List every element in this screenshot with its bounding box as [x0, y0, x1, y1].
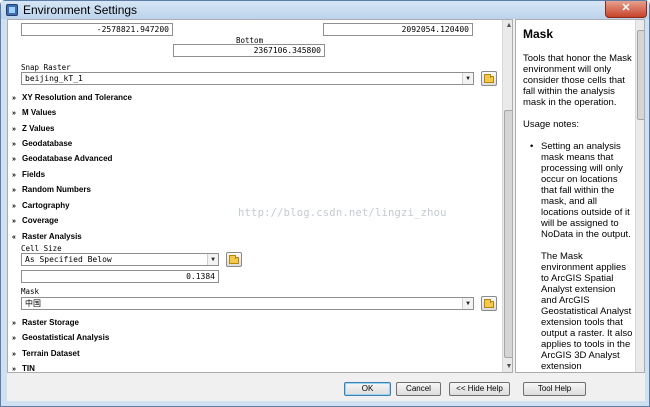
- section-label: Fields: [22, 170, 46, 179]
- chevron-down-icon[interactable]: ▼: [207, 254, 218, 265]
- help-usage-text: Setting an analysis mask means that proc…: [541, 141, 631, 240]
- help-panel: Mask Tools that honor the Mask environme…: [515, 19, 645, 373]
- folder-icon: [229, 255, 239, 264]
- cell-size-value-field[interactable]: 0.1384: [21, 270, 219, 283]
- cell-size-browse-button[interactable]: [226, 252, 242, 267]
- help-usage-text: The Mask environment applies to ArcGIS S…: [541, 251, 633, 372]
- cell-size-option: As Specified Below: [25, 255, 112, 264]
- chevron-down-icon[interactable]: ▼: [462, 298, 473, 309]
- section-random-numbers[interactable]: » Random Numbers: [12, 183, 91, 197]
- help-usage-item: • Setting an analysis mask means that pro…: [530, 141, 633, 240]
- expand-chevron-icon: »: [12, 110, 16, 117]
- section-xy-resolution[interactable]: » XY Resolution and Tolerance: [12, 91, 132, 105]
- section-label: M Values: [22, 108, 57, 117]
- window-title: Environment Settings: [23, 3, 138, 17]
- ok-button[interactable]: OK: [344, 382, 391, 396]
- help-usage-label: Usage notes:: [523, 119, 579, 130]
- environment-parameters-panel: -2578821.947200 2092054.120400 Bottom 23…: [7, 19, 513, 373]
- section-label: Geodatabase: [22, 139, 73, 148]
- section-label: Geostatistical Analysis: [22, 333, 110, 342]
- section-fields[interactable]: » Fields: [12, 168, 45, 182]
- section-terrain-dataset[interactable]: » Terrain Dataset: [12, 347, 80, 361]
- bullet-icon: •: [530, 141, 534, 152]
- section-label: Geodatabase Advanced: [22, 154, 113, 163]
- expand-chevron-icon: »: [12, 366, 16, 373]
- mask-dropdown[interactable]: 中国 ▼: [21, 297, 474, 310]
- section-label: Raster Analysis: [22, 232, 82, 241]
- help-scrollbar-thumb[interactable]: [637, 30, 644, 120]
- environment-settings-window: Environment Settings ✕ -2578821.947200 2…: [0, 0, 650, 407]
- snap-raster-browse-button[interactable]: [481, 71, 497, 86]
- expand-chevron-icon: »: [12, 203, 16, 210]
- help-usage-item: The Mask environment applies to ArcGIS S…: [541, 251, 633, 372]
- close-button[interactable]: ✕: [605, 1, 647, 18]
- expand-chevron-icon: »: [12, 351, 16, 358]
- help-intro: Tools that honor the Mask environment wi…: [523, 53, 632, 108]
- mask-value: 中国: [25, 299, 41, 308]
- extent-bottom-field[interactable]: 2367106.345800: [173, 44, 325, 57]
- cell-size-dropdown[interactable]: As Specified Below ▼: [21, 253, 219, 266]
- section-label: Terrain Dataset: [22, 349, 80, 358]
- cell-size-label: Cell Size: [21, 244, 62, 253]
- collapse-chevron-icon: «: [12, 234, 16, 241]
- expand-chevron-icon: »: [12, 320, 16, 327]
- expand-chevron-icon: »: [12, 218, 16, 225]
- section-raster-storage[interactable]: » Raster Storage: [12, 316, 79, 330]
- scroll-down-icon[interactable]: ▼: [505, 363, 512, 371]
- title-bar[interactable]: Environment Settings ✕: [1, 1, 649, 19]
- snap-raster-value: beijing_kT_1: [25, 74, 83, 83]
- section-geodatabase-advanced[interactable]: » Geodatabase Advanced: [12, 152, 112, 166]
- scroll-up-icon[interactable]: ▲: [505, 22, 512, 30]
- folder-icon: [484, 299, 494, 308]
- dialog-client-area: -2578821.947200 2092054.120400 Bottom 23…: [7, 19, 645, 401]
- section-z-values[interactable]: » Z Values: [12, 122, 54, 136]
- mask-label: Mask: [21, 287, 40, 296]
- expand-chevron-icon: »: [12, 187, 16, 194]
- section-cartography[interactable]: » Cartography: [12, 199, 70, 213]
- scrollbar-thumb[interactable]: [504, 110, 512, 358]
- expand-chevron-icon: »: [12, 126, 16, 133]
- cancel-button[interactable]: Cancel: [396, 382, 441, 396]
- expand-chevron-icon: »: [12, 141, 16, 148]
- help-body: Tools that honor the Mask environment wi…: [523, 53, 633, 372]
- tool-help-button[interactable]: Tool Help: [523, 382, 586, 396]
- expand-chevron-icon: »: [12, 156, 16, 163]
- watermark-text: http://blog.csdn.net/lingzi_zhou: [238, 207, 447, 219]
- help-scrollbar[interactable]: [635, 20, 644, 372]
- expand-chevron-icon: »: [12, 335, 16, 342]
- mask-browse-button[interactable]: [481, 296, 497, 311]
- help-usage-list: • Setting an analysis mask means that pro…: [530, 141, 633, 372]
- expand-chevron-icon: »: [12, 172, 16, 179]
- section-label: TIN: [22, 364, 35, 373]
- section-raster-analysis[interactable]: « Raster Analysis: [12, 230, 82, 244]
- section-label: Coverage: [22, 216, 59, 225]
- app-icon: [6, 4, 18, 16]
- section-label: XY Resolution and Tolerance: [22, 93, 132, 102]
- section-label: Z Values: [22, 124, 55, 133]
- snap-raster-label: Snap Raster: [21, 63, 71, 72]
- section-tin[interactable]: » TIN: [12, 362, 35, 373]
- snap-raster-dropdown[interactable]: beijing_kT_1 ▼: [21, 72, 474, 85]
- close-icon: ✕: [621, 2, 631, 14]
- parameters-scrollbar[interactable]: ▲ ▼: [502, 20, 512, 372]
- extent-right-field[interactable]: 2092054.120400: [323, 23, 473, 36]
- section-label: Raster Storage: [22, 318, 79, 327]
- section-geostatistical-analysis[interactable]: » Geostatistical Analysis: [12, 331, 109, 345]
- section-m-values[interactable]: » M Values: [12, 106, 56, 120]
- section-coverage[interactable]: » Coverage: [12, 214, 58, 228]
- section-label: Cartography: [22, 201, 70, 210]
- section-label: Random Numbers: [22, 185, 91, 194]
- folder-icon: [484, 74, 494, 83]
- expand-chevron-icon: »: [12, 95, 16, 102]
- section-geodatabase[interactable]: » Geodatabase: [12, 137, 72, 151]
- chevron-down-icon[interactable]: ▼: [462, 73, 473, 84]
- hide-help-button[interactable]: << Hide Help: [449, 382, 510, 396]
- extent-left-field[interactable]: -2578821.947200: [21, 23, 173, 36]
- help-title: Mask: [523, 27, 554, 41]
